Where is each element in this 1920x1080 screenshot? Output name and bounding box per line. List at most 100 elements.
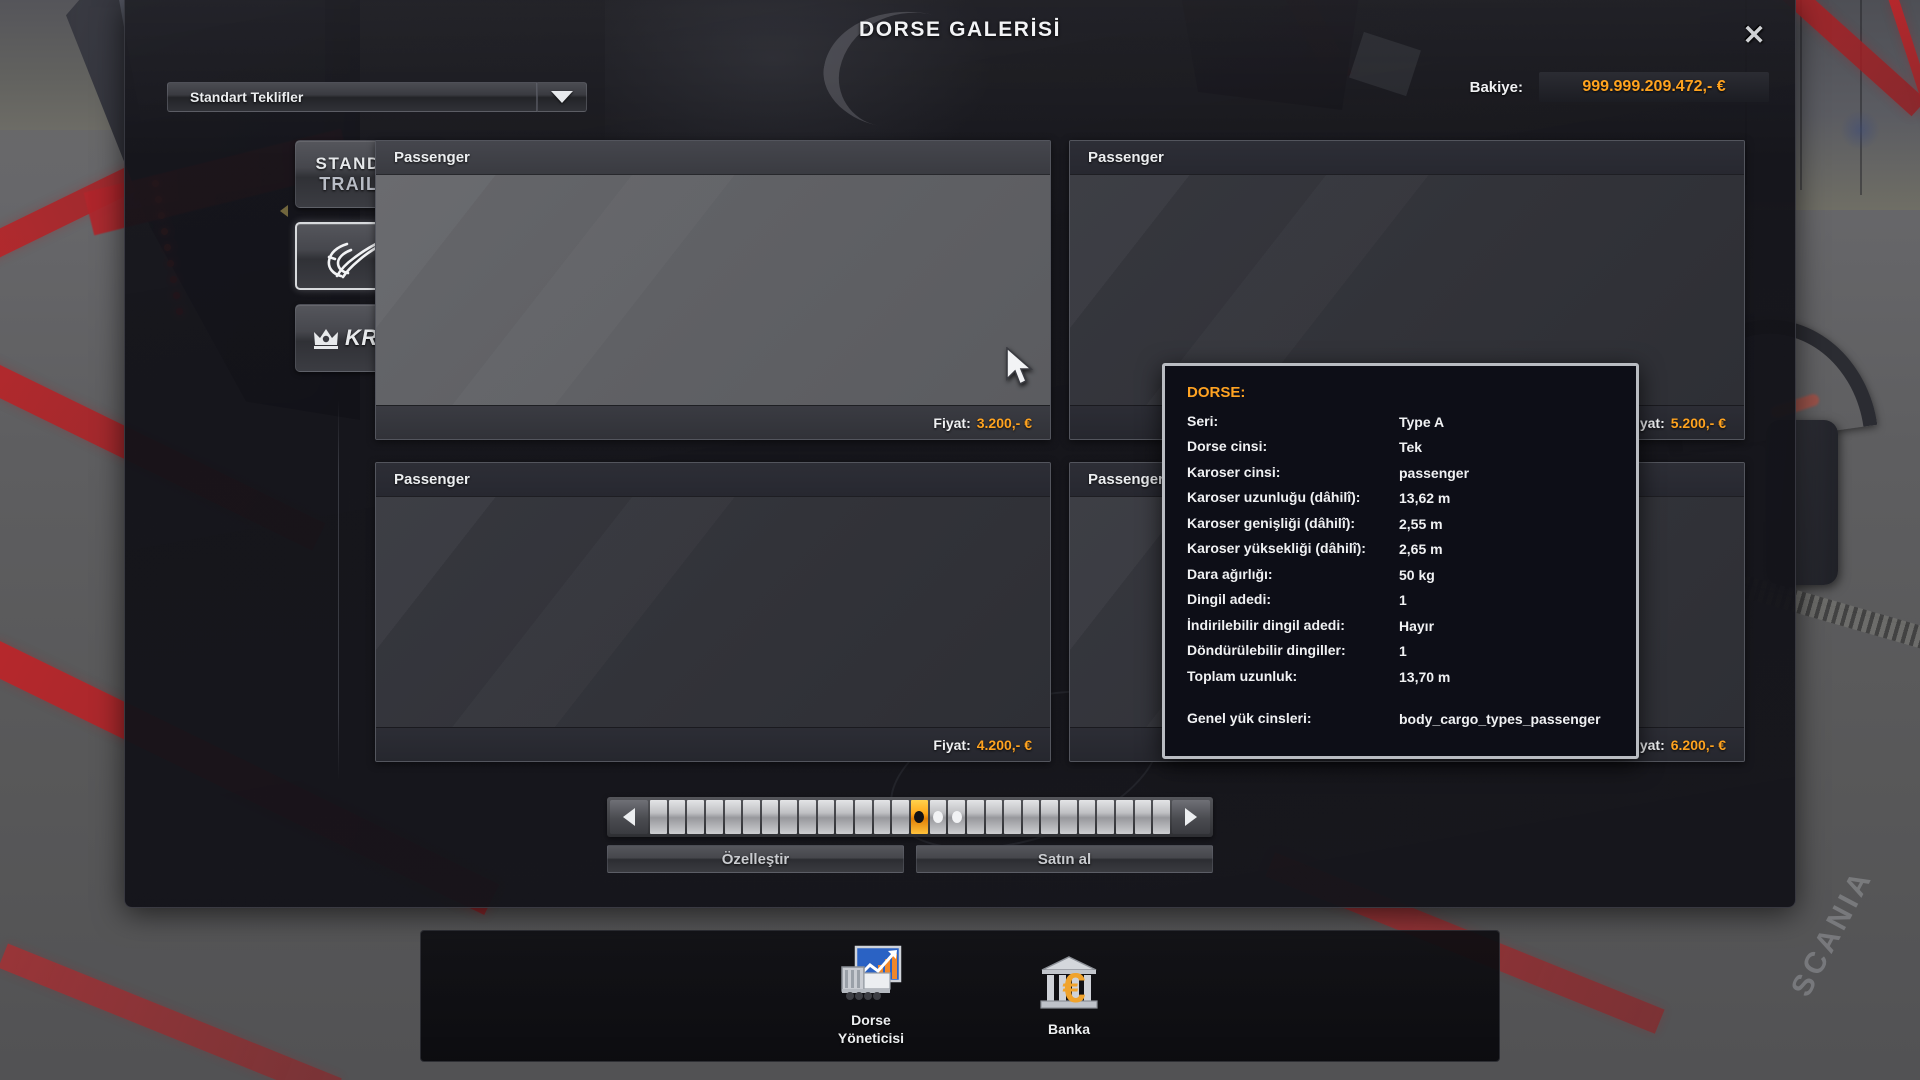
card-title: Passenger xyxy=(394,471,470,488)
close-icon[interactable]: ✕ xyxy=(1737,18,1771,52)
pagination-cell[interactable] xyxy=(855,800,872,834)
wall-seam xyxy=(1860,0,1862,195)
tooltip-key: Karoser uzunluğu (dâhilî): xyxy=(1187,489,1361,506)
krone-crown-icon xyxy=(314,329,339,349)
tooltip-value: Type A xyxy=(1399,414,1445,430)
tooltip-row: Dorse cinsi: Tek xyxy=(1187,438,1614,456)
customize-button[interactable]: Özelleştir xyxy=(607,845,904,873)
taskbar-item-trailer-manager[interactable]: Dorse Yöneticisi xyxy=(811,945,931,1047)
tooltip-value: 1 xyxy=(1399,643,1407,660)
tooltip-key: Karoser genişliği (dâhilî): xyxy=(1187,514,1356,531)
tooltip-heading: DORSE: xyxy=(1187,384,1246,401)
svg-text:€: € xyxy=(1062,964,1085,1011)
card-preview xyxy=(376,497,1050,727)
tooltip-key: Genel yük cinsleri: xyxy=(1187,710,1312,727)
pagination-dot xyxy=(951,811,962,823)
card-header: Passenger xyxy=(1070,141,1744,175)
balance-value-box: 999.999.209.472,- € xyxy=(1539,72,1769,102)
tooltip-key: Toplam uzunluk: xyxy=(1187,667,1298,684)
card-title: Passenger xyxy=(394,149,470,166)
price-value: 4.200,- € xyxy=(976,736,1032,753)
action-button-row: Özelleştir Satın al xyxy=(607,845,1213,873)
pagination-cell[interactable] xyxy=(1022,800,1040,834)
pagination-bar[interactable] xyxy=(607,797,1213,837)
balance-label: Bakiye: xyxy=(1469,78,1523,96)
pagination-cell[interactable] xyxy=(836,800,854,834)
pagination-cell[interactable] xyxy=(1060,800,1077,834)
page-title: DORSE GALERİSİ xyxy=(858,18,1062,41)
pagination-dot xyxy=(932,811,943,823)
bank-euro-icon: € xyxy=(1038,954,1100,1014)
pagination-cell[interactable] xyxy=(724,800,742,834)
buy-button[interactable]: Satın al xyxy=(916,845,1213,873)
tooltip-row: Seri: Type A xyxy=(1187,413,1614,431)
pagination-cell[interactable] xyxy=(985,800,1003,834)
pagination-prev-button[interactable] xyxy=(610,800,648,834)
price-label: Fiyat: xyxy=(933,736,971,753)
bottom-taskbar: Dorse Yöneticisi € Banka xyxy=(420,930,1500,1062)
pagination-cell[interactable] xyxy=(892,800,909,834)
sidebar-marker-left xyxy=(280,205,288,217)
tooltip-value: 2,65 m xyxy=(1399,541,1443,558)
card-footer: Fiyat: 4.200,- € xyxy=(376,727,1050,761)
pagination-cell[interactable] xyxy=(1116,800,1133,834)
trailer-chart-icon xyxy=(840,945,902,1005)
taskbar-label-line2: Yöneticisi xyxy=(837,1029,905,1046)
triangle-left-icon xyxy=(623,808,635,826)
pagination-cell[interactable] xyxy=(799,800,816,834)
tooltip-value: Hayır xyxy=(1399,617,1435,634)
pagination-cell[interactable] xyxy=(1078,800,1096,834)
pagination-cell[interactable] xyxy=(1004,800,1021,834)
price-value: 3.200,- € xyxy=(976,414,1032,431)
pagination-cell[interactable] xyxy=(1097,800,1115,834)
pagination-cell[interactable] xyxy=(687,800,704,834)
card-header: Passenger xyxy=(376,141,1050,175)
tooltip-row-cargo: Genel yük cinsleri: body_cargo_types_pas… xyxy=(1187,710,1614,728)
tooltip-value: passenger xyxy=(1399,464,1470,481)
pagination-cell[interactable] xyxy=(910,800,928,834)
trailer-card[interactable]: Passenger Fiyat: 4.200,- € xyxy=(375,462,1051,762)
pagination-cell[interactable] xyxy=(668,800,686,834)
tooltip-key: Dara ağırlığı: xyxy=(1187,565,1273,582)
tooltip-row: Dingil adedi: 1 xyxy=(1187,591,1614,609)
tooltip-value: 13,62 m xyxy=(1399,490,1451,507)
pagination-cell[interactable] xyxy=(966,800,984,834)
pagination-cell[interactable] xyxy=(780,800,798,834)
tooltip-row: Karoser uzunluğu (dâhilî): 13,62 m xyxy=(1187,489,1614,507)
price-value: 5.200,- € xyxy=(1670,414,1726,431)
tooltip-row: Toplam uzunluk: 13,70 m xyxy=(1187,668,1614,686)
pagination-cell[interactable] xyxy=(743,800,760,834)
balance-value: 999.999.209.472,- € xyxy=(1582,78,1726,95)
pagination-cell[interactable] xyxy=(761,800,779,834)
tooltip-value: body_cargo_types_passenger xyxy=(1399,711,1601,728)
tooltip-key: Karoser yüksekliği (dâhilî): xyxy=(1187,540,1366,557)
taskbar-item-bank[interactable]: € Banka xyxy=(1009,954,1129,1039)
trailer-card[interactable]: Passenger Fiyat: 3.200,- € xyxy=(375,140,1051,440)
pagination-cell[interactable] xyxy=(948,800,965,834)
pagination-cells[interactable] xyxy=(650,800,1170,834)
pagination-cell[interactable] xyxy=(1134,800,1152,834)
taskbar-label-line1: Banka xyxy=(1047,1020,1091,1037)
price-value: 6.200,- € xyxy=(1670,736,1726,753)
tooltip-key: Seri: xyxy=(1187,413,1219,429)
pagination-next-button[interactable] xyxy=(1172,800,1210,834)
tooltip-key: Döndürülebilir dingiller: xyxy=(1187,642,1346,659)
pagination-cell[interactable] xyxy=(873,800,891,834)
pagination-cell[interactable] xyxy=(1153,800,1170,834)
dropdown-toggle[interactable] xyxy=(537,82,587,112)
card-title: Passenger xyxy=(1088,149,1164,166)
tooltip-row: Karoser cinsi: passenger xyxy=(1187,464,1614,482)
offer-type-dropdown[interactable]: Standart Teklifler xyxy=(167,82,587,112)
pagination-cell[interactable] xyxy=(650,800,667,834)
card-footer: Fiyat: 3.200,- € xyxy=(376,405,1050,439)
pagination-cell[interactable] xyxy=(929,800,947,834)
dropdown-value[interactable]: Standart Teklifler xyxy=(167,82,537,112)
pagination-cell[interactable] xyxy=(705,800,723,834)
tooltip-row: Karoser genişliği (dâhilî): 2,55 m xyxy=(1187,515,1614,533)
pagination-cell[interactable] xyxy=(817,800,835,834)
card-title: Passenger xyxy=(1088,471,1164,488)
taskbar-label: Dorse Yöneticisi xyxy=(811,1012,931,1047)
pagination-cell[interactable] xyxy=(1041,800,1059,834)
tooltip-row: Döndürülebilir dingiller: 1 xyxy=(1187,642,1614,660)
triangle-right-icon xyxy=(1185,808,1197,826)
